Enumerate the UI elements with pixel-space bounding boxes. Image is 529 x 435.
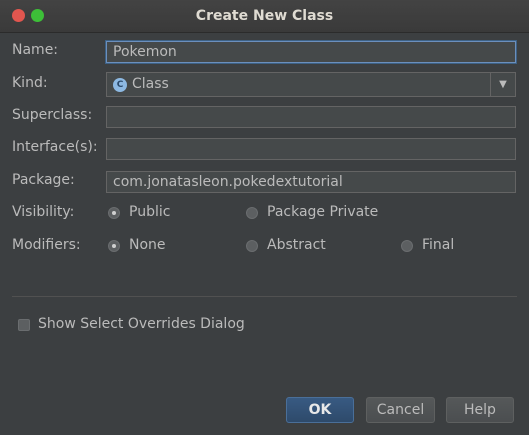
- modifier-abstract-label[interactable]: Abstract: [267, 237, 326, 253]
- help-button[interactable]: Help: [446, 397, 514, 423]
- superclass-input[interactable]: [106, 106, 516, 128]
- name-input[interactable]: Pokemon: [106, 41, 516, 63]
- modifier-final-radio[interactable]: [401, 240, 413, 252]
- superclass-label: Superclass:: [12, 107, 93, 123]
- separator: [12, 296, 517, 297]
- interfaces-label: Interface(s):: [12, 139, 98, 155]
- show-overrides-label[interactable]: Show Select Overrides Dialog: [38, 316, 245, 332]
- modifier-final-label[interactable]: Final: [422, 237, 454, 253]
- window-title: Create New Class: [195, 8, 334, 24]
- visibility-package-private-label[interactable]: Package Private: [267, 204, 378, 220]
- dropdown-arrow-icon[interactable]: ▼: [490, 73, 515, 96]
- visibility-public-radio[interactable]: [108, 207, 120, 219]
- package-label: Package:: [12, 172, 75, 188]
- class-c-icon: C: [113, 78, 127, 92]
- ok-button[interactable]: OK: [286, 397, 354, 423]
- visibility-package-private-radio[interactable]: [246, 207, 258, 219]
- kind-select[interactable]: C Class ▼: [106, 72, 516, 97]
- modifier-none-radio[interactable]: [108, 240, 120, 252]
- modifiers-label: Modifiers:: [12, 237, 81, 253]
- title-bar[interactable]: Create New Class: [0, 0, 529, 33]
- modifier-none-label[interactable]: None: [129, 237, 166, 253]
- modifier-abstract-radio[interactable]: [246, 240, 258, 252]
- name-label: Name:: [12, 42, 59, 58]
- cancel-button[interactable]: Cancel: [366, 397, 435, 423]
- package-input[interactable]: com.jonatasleon.pokedextutorial: [106, 171, 516, 193]
- kind-label: Kind:: [12, 75, 48, 91]
- visibility-label: Visibility:: [12, 204, 75, 220]
- interfaces-input[interactable]: [106, 138, 516, 160]
- show-overrides-checkbox[interactable]: [18, 319, 30, 331]
- visibility-public-label[interactable]: Public: [129, 204, 170, 220]
- kind-value: Class: [132, 76, 169, 92]
